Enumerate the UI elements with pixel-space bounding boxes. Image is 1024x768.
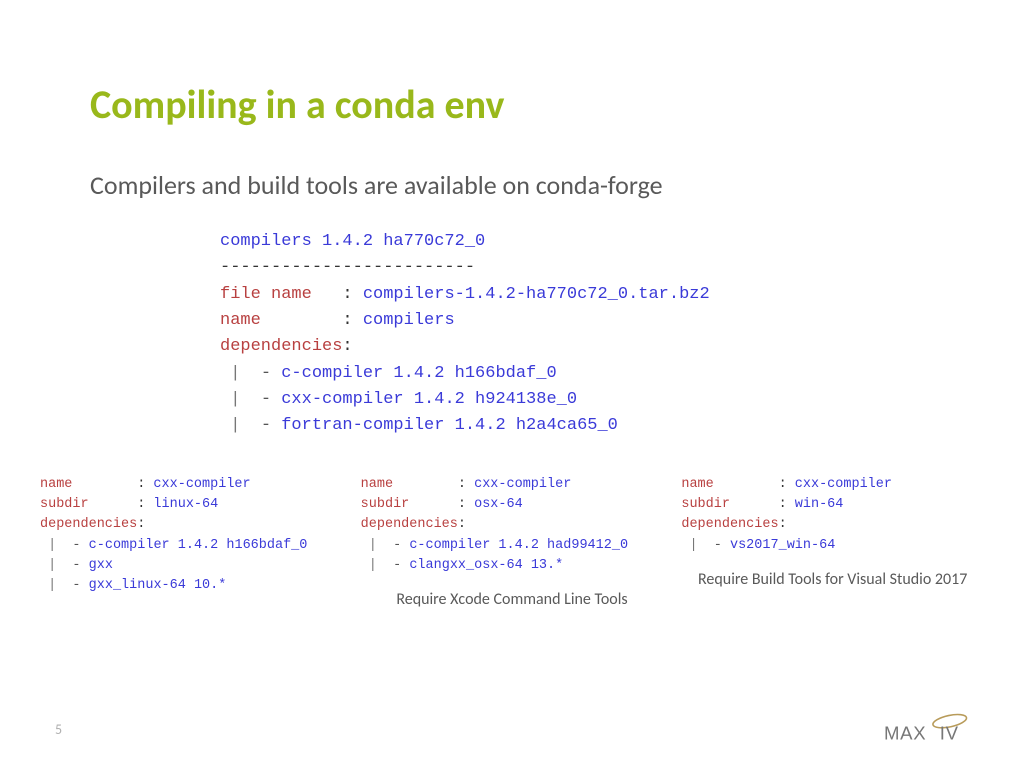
platform-caption: Require Build Tools for Visual Studio 20… (681, 570, 984, 591)
page-number: 5 (55, 721, 62, 738)
platform-column: name : cxx-compiler subdir : linux-64 de… (40, 475, 343, 597)
platform-caption: Require Xcode Command Line Tools (361, 590, 664, 611)
platform-columns: name : cxx-compiler subdir : linux-64 de… (40, 475, 984, 611)
platform-column: name : cxx-compiler subdir : osx-64 depe… (361, 475, 664, 611)
svg-text:MAX: MAX (884, 723, 926, 744)
platform-code-block: name : cxx-compiler subdir : linux-64 de… (40, 475, 343, 597)
slide-title: Compiling in a conda env (90, 80, 934, 129)
slide-subtitle: Compilers and build tools are available … (90, 169, 934, 201)
main-code-block: compilers 1.4.2 ha770c72_0 -------------… (220, 229, 934, 440)
platform-column: name : cxx-compiler subdir : win-64 depe… (681, 475, 984, 591)
svg-text:IV: IV (940, 723, 959, 744)
slide: Compiling in a conda env Compilers and b… (0, 0, 1024, 768)
maxiv-logo: MAX IV (884, 710, 984, 748)
platform-code-block: name : cxx-compiler subdir : osx-64 depe… (361, 475, 664, 576)
platform-code-block: name : cxx-compiler subdir : win-64 depe… (681, 475, 984, 556)
